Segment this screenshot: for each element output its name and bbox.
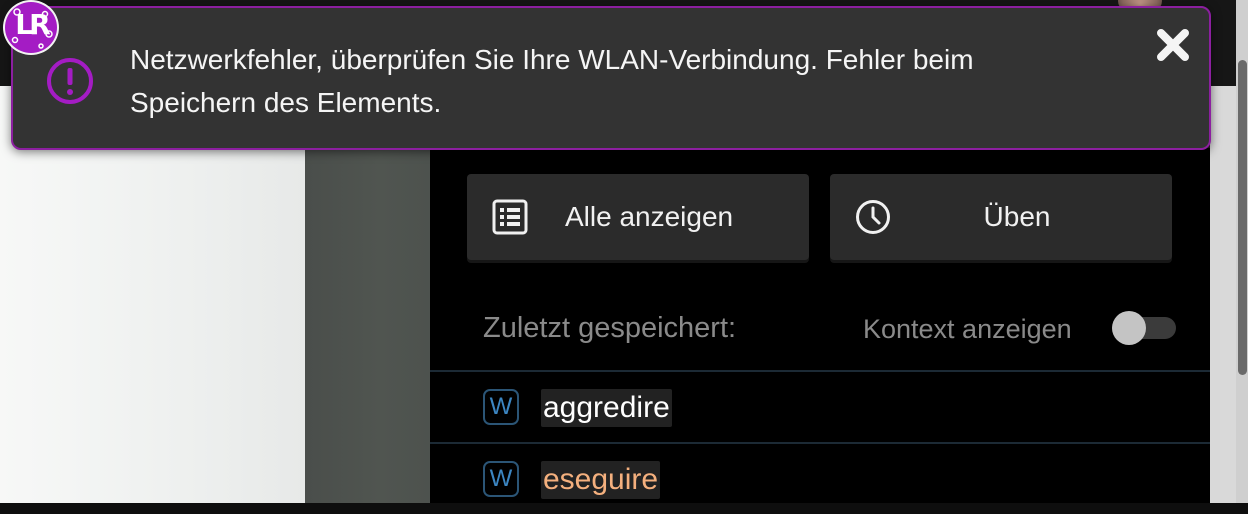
recently-saved-heading: Zuletzt gespeichert: — [483, 312, 737, 344]
saved-word[interactable]: aggredire — [541, 389, 672, 427]
scrollbar-thumb[interactable] — [1238, 60, 1247, 375]
toggle-knob — [1112, 311, 1146, 345]
practice-button[interactable]: Üben — [830, 174, 1172, 260]
list-icon — [492, 199, 528, 235]
alert-circle-icon — [47, 58, 93, 104]
show-all-label: Alle anzeigen — [565, 201, 734, 232]
show-context-toggle[interactable] — [1112, 311, 1176, 345]
close-icon[interactable] — [1153, 25, 1193, 65]
word-type-badge: W — [483, 389, 519, 425]
list-item[interactable]: W aggredire — [430, 372, 1210, 442]
logo-text: LR — [15, 8, 50, 41]
list-item[interactable]: W eseguire — [430, 444, 1210, 514]
show-context-label: Kontext anzeigen — [863, 314, 1072, 344]
word-type-badge: W — [483, 461, 519, 497]
show-all-button[interactable]: Alle anzeigen — [467, 174, 809, 260]
toast-message: Netzwerkfehler, überprüfen Sie Ihre WLAN… — [130, 44, 974, 118]
app-logo[interactable]: LR — [3, 0, 59, 55]
error-toast: Netzwerkfehler, überprüfen Sie Ihre WLAN… — [11, 6, 1211, 150]
saved-word[interactable]: eseguire — [541, 461, 661, 499]
practice-label: Üben — [983, 201, 1051, 232]
